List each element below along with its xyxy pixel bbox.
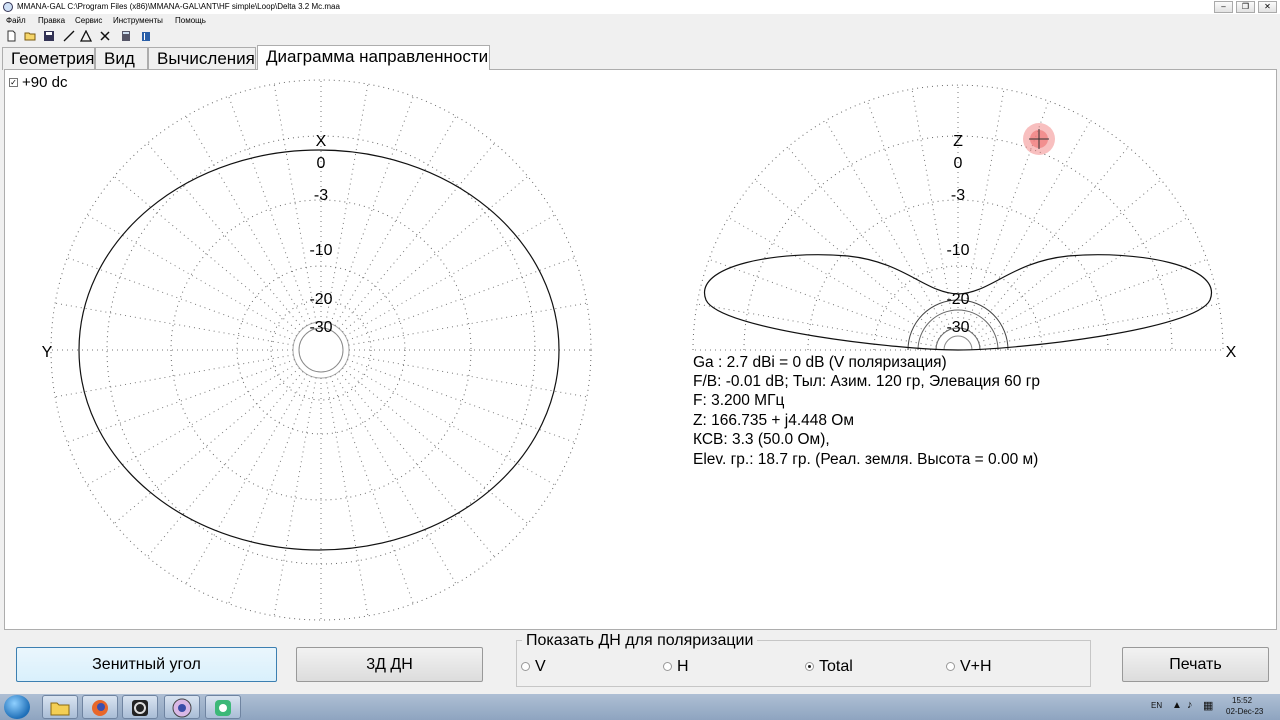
grid-spoke [273, 377, 317, 616]
azimuth-pattern-curve [78, 149, 560, 551]
grid-spoke [147, 142, 304, 329]
elevation-scale-10: -10 [946, 242, 969, 259]
app-icon-green[interactable] [205, 695, 241, 719]
azimuth-axis-y: Y [42, 344, 53, 361]
elevation-axis-x: X [1226, 344, 1237, 361]
radiation-pattern-plots: X Y 0 -3 -10 -20 -30 Z X 0 -3 -10 -20 -3… [42, 79, 1237, 621]
grid-spoke [348, 354, 587, 398]
grid-spoke [86, 363, 298, 486]
mmana-icon[interactable] [164, 695, 200, 719]
firefox-icon[interactable] [82, 695, 118, 719]
swr-info: КСВ: 3.3 (50.0 Ом), [693, 431, 830, 448]
camera-icon[interactable] [122, 695, 158, 719]
grid-spoke [979, 303, 1220, 347]
elevation-axis-z: Z [953, 133, 963, 150]
front-back-info: F/B: -0.01 dB; Тыл: Азим. 120 гр, Элевац… [693, 373, 1040, 390]
gain-info: Ga : 2.7 dBi = 0 dB (V поляризация) [693, 354, 947, 371]
elevation-plot [692, 84, 1224, 351]
azimuth-scale-0: 0 [317, 155, 326, 172]
3d-pattern-button[interactable]: 3Д ДН [296, 647, 483, 682]
grid-spoke [866, 100, 951, 330]
mouse-cursor-highlight [1023, 123, 1055, 155]
grid-spoke [971, 146, 1129, 334]
grid-spoke [334, 373, 457, 585]
grid-spoke [185, 373, 308, 585]
radio-v-plus-h[interactable] [946, 662, 955, 671]
grid-spoke [976, 217, 1188, 340]
radio-h[interactable] [663, 662, 672, 671]
grid-spoke [334, 115, 457, 327]
grid-spoke [113, 367, 300, 524]
grid-spoke [185, 115, 308, 327]
grid-spoke [344, 363, 556, 486]
tray-arrow-icon[interactable]: ▲ [1172, 700, 1182, 711]
grid-spoke [330, 96, 414, 324]
radio-total[interactable] [805, 662, 814, 671]
radio-v-plus-h-label[interactable]: V+H [960, 658, 992, 676]
radio-total-label[interactable]: Total [819, 658, 853, 676]
grid-spoke [347, 359, 575, 443]
tab-radiation-pattern[interactable]: Диаграмма направленности [257, 45, 490, 70]
grid-spoke [342, 176, 529, 333]
explorer-icon[interactable] [42, 695, 78, 719]
volume-icon[interactable]: ♪ [1187, 699, 1193, 711]
grid-spoke [113, 176, 300, 333]
grid-spoke [342, 367, 529, 524]
grid-spoke [325, 377, 369, 616]
polarization-group-title: Показать ДН для поляризации [522, 632, 758, 650]
taskbar: EN ▲ ♪ ▦ 15:52 02-Dec-23 [0, 694, 1280, 720]
grid-spoke [273, 84, 317, 323]
grid-spoke [974, 179, 1162, 337]
azimuth-axis-x: X [316, 133, 327, 150]
elevation-scale-0: 0 [954, 155, 963, 172]
grid-spoke [696, 303, 937, 347]
zenith-angle-button[interactable]: Зенитный угол [16, 647, 277, 682]
grid-spoke [754, 179, 942, 337]
grid-spoke [330, 376, 414, 604]
frequency-info: F: 3.200 МГц [693, 392, 785, 409]
grid-spoke [347, 257, 575, 341]
radio-v-label[interactable]: V [535, 658, 546, 676]
azimuth-scale-30: -30 [309, 319, 332, 336]
azimuth-scale-10: -10 [309, 242, 332, 259]
grid-spoke [147, 371, 304, 558]
elevation-angle-info: Elev. гр.: 18.7 гр. (Реал. земля. Высота… [693, 451, 1039, 468]
radio-v[interactable] [521, 662, 530, 671]
azimuth-scale-3: -3 [314, 187, 328, 204]
language-indicator[interactable]: EN [1151, 701, 1162, 710]
grid-spoke [55, 302, 294, 346]
grid-spoke [338, 142, 495, 329]
grid-spoke [228, 376, 312, 604]
grid-spoke [825, 120, 948, 332]
radio-h-label[interactable]: H [677, 658, 689, 676]
grid-spoke [325, 84, 369, 323]
grid-spoke [228, 96, 312, 324]
grid-spoke [787, 146, 945, 334]
grid-spoke [55, 354, 294, 398]
impedance-info: Z: 166.735 + j4.448 Ом [693, 412, 855, 429]
grid-spoke [67, 257, 295, 341]
elevation-scale-30: -30 [946, 319, 969, 336]
elevation-scale-3: -3 [951, 187, 965, 204]
grid-spoke [338, 371, 495, 558]
clock-time[interactable]: 15:52 [1232, 696, 1252, 705]
grid-spoke [348, 302, 587, 346]
elevation-scale-20: -20 [946, 291, 969, 308]
grid-spoke [344, 214, 556, 337]
clock-date[interactable]: 02-Dec-23 [1226, 707, 1263, 716]
grid-spoke [86, 214, 298, 337]
azimuth-scale-20: -20 [309, 291, 332, 308]
network-icon[interactable]: ▦ [1203, 699, 1213, 712]
grid-spoke [968, 120, 1091, 332]
print-button[interactable]: Печать [1122, 647, 1269, 682]
grid-spoke [728, 217, 940, 340]
start-button[interactable] [4, 695, 30, 719]
grid-spoke [67, 359, 295, 443]
